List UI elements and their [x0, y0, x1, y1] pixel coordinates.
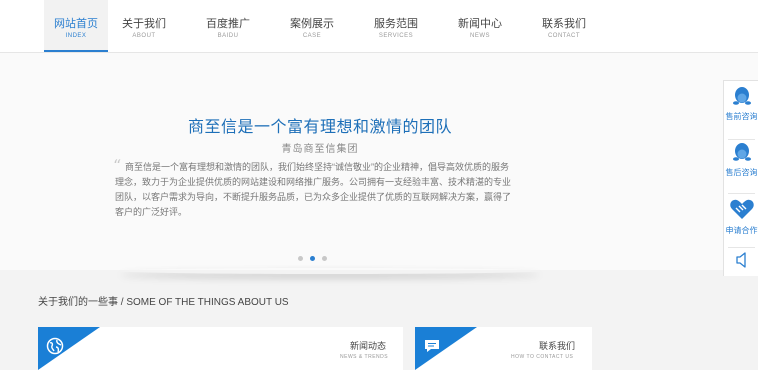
contact-card[interactable]: 联系我们 HOW TO CONTACT US	[415, 327, 592, 370]
nav-item-baidu[interactable]: 百度推广 BAIDU	[196, 0, 260, 52]
slider-dot-2[interactable]	[310, 256, 315, 261]
nav-item-en-label: BAIDU	[217, 33, 239, 39]
slider-dot-1[interactable]	[298, 256, 303, 261]
globe-icon	[46, 337, 64, 355]
nav-item-contact[interactable]: 联系我们 CONTACT	[532, 0, 596, 52]
nav-item-en-label: CASE	[302, 33, 322, 39]
slider-dots	[298, 256, 334, 262]
aftersales-consult-label: 售后咨询	[725, 168, 758, 177]
nav-item-label: 新闻中心	[458, 18, 502, 30]
presales-consult-label: 售前咨询	[725, 112, 758, 121]
nav-item-label: 百度推广	[206, 18, 250, 30]
floating-service-bar: 售前咨询 售后咨询 申请合作	[723, 80, 758, 276]
contact-card-subtitle: HOW TO CONTACT US	[511, 354, 574, 360]
speaker-icon	[735, 252, 746, 268]
news-card-title: 新闻动态	[350, 341, 387, 351]
hero-shadow	[120, 268, 540, 274]
aftersales-consult-button[interactable]: 售后咨询	[724, 141, 758, 177]
nav-item-label: 网站首页	[54, 18, 98, 30]
sidebar-divider	[728, 139, 755, 140]
sidebar-divider	[728, 193, 755, 194]
nav-item-label: 服务范围	[374, 18, 418, 30]
nav-item-en-label: NEWS	[470, 33, 490, 39]
nav-item-index[interactable]: 网站首页 INDEX	[44, 0, 108, 52]
sidebar-divider	[728, 247, 755, 248]
hero-body-text: 商至信是一个富有理想和激情的团队，我们始终坚持“诚信敬业”的企业精神，倡导高效优…	[115, 162, 512, 217]
contact-card-title: 联系我们	[539, 341, 576, 351]
top-nav: 网站首页 INDEX 关于我们 ABOUT 百度推广 BAIDU 案例展示 CA…	[0, 0, 758, 53]
hero-subtitle: 青岛商至信集团	[281, 144, 359, 155]
nav-item-about[interactable]: 关于我们 ABOUT	[112, 0, 176, 52]
news-card[interactable]: 新闻动态 NEWS & TRENDS	[38, 327, 403, 370]
nav-item-en-label: INDEX	[65, 33, 87, 39]
slider-dot-3[interactable]	[322, 256, 327, 261]
nav-item-en-label: ABOUT	[132, 33, 156, 39]
apply-cooperation-button[interactable]: 申请合作	[724, 197, 758, 235]
nav-item-services[interactable]: 服务范围 SERVICES	[364, 0, 428, 52]
hero-title: 商至信是一个富有理想和激情的团队	[187, 119, 452, 136]
qq-penguin-icon	[732, 143, 751, 161]
handshake-icon	[729, 199, 754, 219]
qq-penguin-icon	[732, 87, 751, 105]
nav-item-en-label: CONTACT	[547, 33, 581, 39]
nav-item-en-label: SERVICES	[378, 33, 414, 39]
nav-item-label: 关于我们	[122, 18, 166, 30]
nav-item-label: 联系我们	[542, 18, 586, 30]
news-card-subtitle: NEWS & TRENDS	[340, 354, 389, 360]
sound-toggle-button[interactable]	[724, 251, 758, 274]
nav-item-news[interactable]: 新闻中心 NEWS	[448, 0, 512, 52]
nav-item-label: 案例展示	[290, 18, 334, 30]
apply-cooperation-label: 申请合作	[725, 226, 758, 235]
section-title: 关于我们的一些事 / SOME OF THE THINGS ABOUT US	[38, 297, 289, 308]
nav-item-case[interactable]: 案例展示 CASE	[280, 0, 344, 52]
chat-bubble-icon	[425, 340, 439, 352]
presales-consult-button[interactable]: 售前咨询	[724, 85, 758, 121]
